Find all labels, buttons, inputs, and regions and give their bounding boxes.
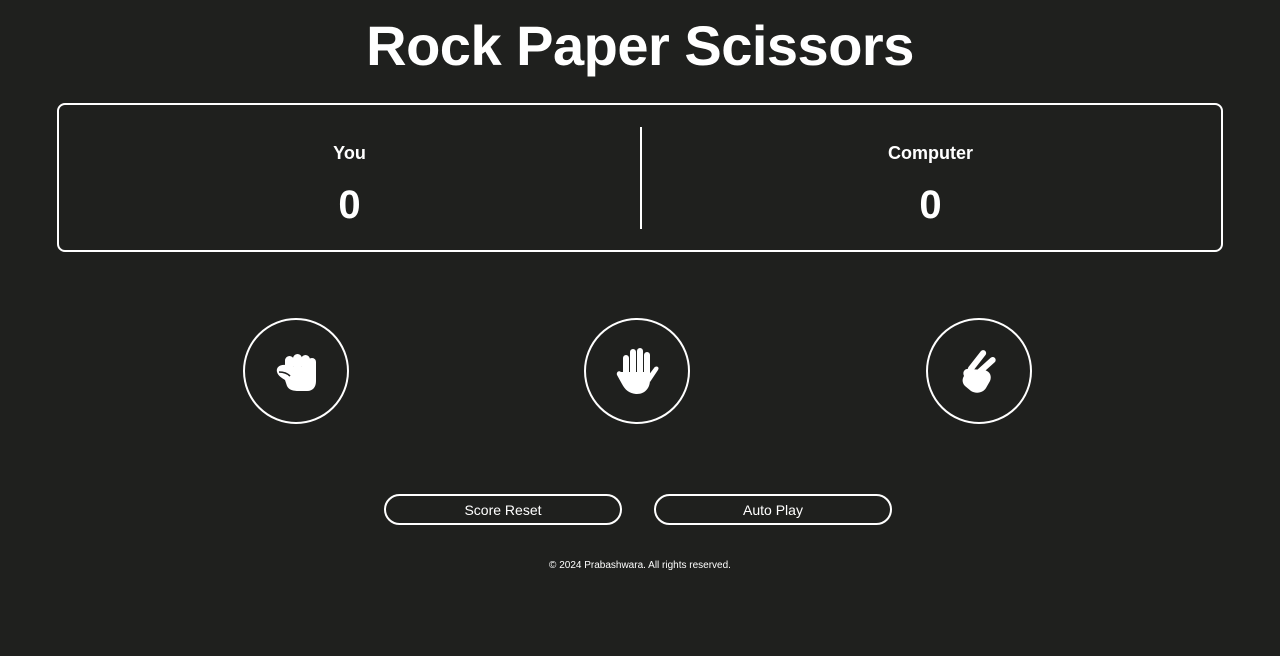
paper-button[interactable]	[584, 318, 690, 424]
player-score-panel: You 0	[59, 105, 640, 250]
player-score-value: 0	[338, 183, 361, 227]
scissors-hand-icon	[962, 350, 996, 393]
computer-score-value: 0	[919, 183, 942, 227]
page-title: Rock Paper Scissors	[366, 14, 914, 77]
rock-fist-icon	[276, 354, 316, 391]
footer-copyright: © 2024 Prabashwara. All rights reserved.	[549, 560, 731, 571]
auto-play-button[interactable]: Auto Play	[654, 494, 892, 525]
computer-score-label: Computer	[888, 143, 973, 163]
scissors-button[interactable]	[926, 318, 1032, 424]
game-page: Rock Paper Scissors You 0 Computer 0 Sco…	[0, 0, 1280, 656]
computer-score-panel: Computer 0	[640, 105, 1221, 250]
paper-hand-icon	[616, 348, 659, 394]
rock-button[interactable]	[243, 318, 349, 424]
player-score-label: You	[333, 143, 366, 163]
scoreboard: You 0 Computer 0	[57, 103, 1223, 252]
score-reset-button[interactable]: Score Reset	[384, 494, 622, 525]
